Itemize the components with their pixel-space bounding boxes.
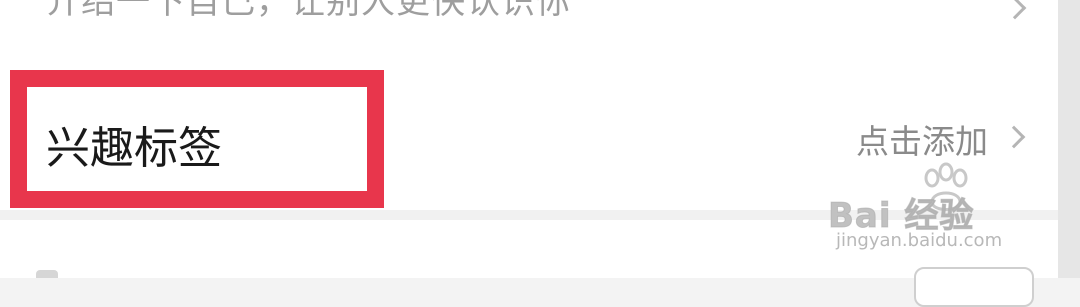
row-icon bbox=[36, 270, 58, 278]
chevron-right-icon bbox=[1003, 0, 1027, 20]
add-tags-action[interactable]: 点击添加 bbox=[856, 115, 988, 163]
intro-row[interactable]: 介绍一下自己，让别人更快认识你 bbox=[0, 0, 1058, 58]
interest-tags-label: 兴趣标签 bbox=[46, 123, 222, 174]
profile-panel: 介绍一下自己，让别人更快认识你 兴趣标签 点击添加 bbox=[0, 0, 1058, 307]
next-row[interactable] bbox=[0, 220, 1058, 307]
intro-text: 介绍一下自己，让别人更快认识你 bbox=[46, 0, 571, 22]
scrollbar-gutter bbox=[1058, 0, 1080, 278]
chevron-right-icon[interactable] bbox=[1002, 125, 1026, 149]
section-divider bbox=[0, 210, 1058, 220]
interest-tags-row[interactable]: 兴趣标签 点击添加 bbox=[0, 70, 1058, 208]
row-action-button[interactable] bbox=[914, 267, 1034, 307]
